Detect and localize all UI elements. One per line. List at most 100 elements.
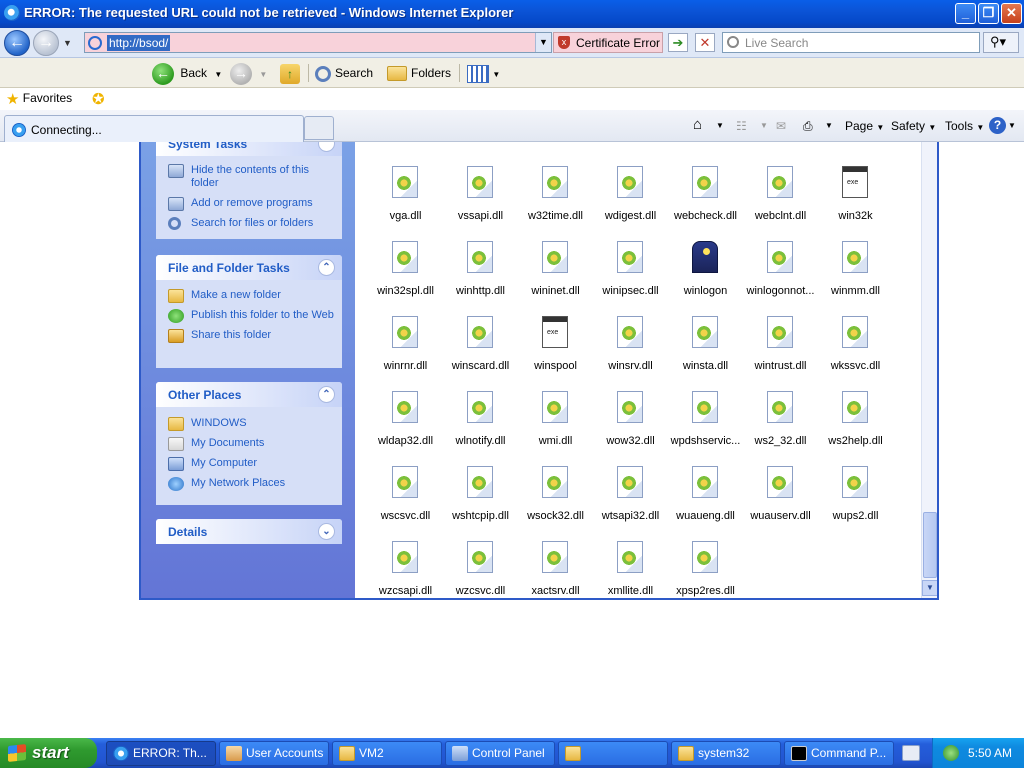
taskbar-button[interactable]: ERROR: Th...: [106, 741, 216, 766]
help-dropdown-icon[interactable]: ▼: [1008, 121, 1016, 130]
file-item[interactable]: ws2help.dll: [818, 391, 893, 463]
search-box[interactable]: Live Search: [722, 32, 980, 53]
collapse-chevron-icon[interactable]: ⌃: [318, 142, 335, 152]
taskbar-button[interactable]: Command P...: [784, 741, 894, 766]
network-tray-icon[interactable]: [943, 745, 959, 761]
place-my-computer[interactable]: My Computer: [156, 457, 342, 471]
taskbar-button[interactable]: system32: [671, 741, 781, 766]
file-item[interactable]: wow32.dll: [593, 391, 668, 463]
expand-chevron-icon[interactable]: ⌄: [318, 523, 335, 540]
file-item[interactable]: winlogon: [668, 241, 743, 313]
file-item[interactable]: wuauserv.dll: [743, 466, 818, 538]
page-menu[interactable]: Page ▼: [845, 119, 884, 133]
file-item[interactable]: win32spl.dll: [368, 241, 443, 313]
file-item[interactable]: wkssvc.dll: [818, 316, 893, 388]
feeds-dropdown-icon[interactable]: ▼: [760, 121, 768, 130]
file-item[interactable]: winmm.dll: [818, 241, 893, 313]
file-item[interactable]: webclnt.dll: [743, 166, 818, 238]
add-favorite-icon[interactable]: ✪: [92, 90, 105, 108]
forward-nav-button[interactable]: →: [33, 30, 59, 56]
home-icon[interactable]: ⌂: [693, 116, 702, 133]
go-button[interactable]: ➔: [668, 33, 688, 52]
file-item[interactable]: winlogonnot...: [743, 241, 818, 313]
collapse-chevron-icon[interactable]: ⌃: [318, 259, 335, 276]
file-item[interactable]: wups2.dll: [818, 466, 893, 538]
print-dropdown-icon[interactable]: ▼: [825, 121, 833, 130]
back-nav-button[interactable]: ←: [4, 30, 30, 56]
read-mail-icon[interactable]: ✉: [776, 119, 786, 133]
file-item[interactable]: wsock32.dll: [518, 466, 593, 538]
keyboard-language-icon[interactable]: [902, 745, 920, 761]
feeds-icon[interactable]: ☷: [736, 119, 747, 133]
start-button[interactable]: start: [0, 738, 97, 768]
file-item[interactable]: winsta.dll: [668, 316, 743, 388]
file-item[interactable]: xactsrv.dll: [518, 541, 593, 598]
file-item[interactable]: wintrust.dll: [743, 316, 818, 388]
file-item[interactable]: winrnr.dll: [368, 316, 443, 388]
file-item[interactable]: wzcsapi.dll: [368, 541, 443, 598]
taskbar-button[interactable]: VM2: [332, 741, 442, 766]
file-item[interactable]: wpdshservic...: [668, 391, 743, 463]
scrollbar-thumb[interactable]: [923, 512, 937, 578]
file-item[interactable]: winscard.dll: [443, 316, 518, 388]
place-windows[interactable]: WINDOWS: [156, 417, 342, 431]
file-item[interactable]: vssapi.dll: [443, 166, 518, 238]
views-button[interactable]: ▼: [467, 62, 500, 84]
taskbar-button[interactable]: User Accounts: [219, 741, 329, 766]
file-item[interactable]: winspool: [518, 316, 593, 388]
maximize-button[interactable]: ❐: [978, 3, 999, 24]
vertical-scrollbar[interactable]: ▼: [921, 142, 937, 598]
collapse-chevron-icon[interactable]: ⌃: [318, 386, 335, 403]
file-item[interactable]: w32time.dll: [518, 166, 593, 238]
file-item[interactable]: win32k: [818, 166, 893, 238]
file-item[interactable]: winsrv.dll: [593, 316, 668, 388]
file-item[interactable]: wzcsvc.dll: [443, 541, 518, 598]
address-input[interactable]: http://bsod/ ▼: [84, 32, 552, 53]
place-my-network[interactable]: My Network Places: [156, 477, 342, 491]
back-dropdown-icon[interactable]: ▼: [214, 70, 222, 79]
task-share-folder[interactable]: Share this folder: [156, 329, 342, 343]
place-my-documents[interactable]: My Documents: [156, 437, 342, 451]
home-dropdown-icon[interactable]: ▼: [716, 121, 724, 130]
task-hide-contents[interactable]: Hide the contents of this folder: [156, 164, 342, 190]
file-folder-tasks-header[interactable]: File and Folder Tasks ⌃: [156, 255, 342, 280]
folders-button[interactable]: Folders: [387, 62, 451, 84]
taskbar-button[interactable]: Control Panel: [445, 741, 555, 766]
search-button[interactable]: Search: [315, 62, 373, 84]
stop-button[interactable]: ✕: [695, 33, 715, 52]
file-item[interactable]: wshtcpip.dll: [443, 466, 518, 538]
address-dropdown-icon[interactable]: ▼: [535, 33, 551, 52]
file-item[interactable]: xpsp2res.dll: [668, 541, 743, 598]
file-item[interactable]: wldap32.dll: [368, 391, 443, 463]
safety-menu[interactable]: Safety ▼: [891, 119, 936, 133]
back-button[interactable]: ← Back ▼: [152, 62, 222, 85]
new-tab-button[interactable]: [304, 116, 334, 140]
up-folder-button[interactable]: ↑: [280, 62, 300, 84]
file-item[interactable]: wininet.dll: [518, 241, 593, 313]
file-item[interactable]: wtsapi32.dll: [593, 466, 668, 538]
search-go-button[interactable]: ⚲▾: [983, 32, 1019, 53]
file-item[interactable]: wuaueng.dll: [668, 466, 743, 538]
task-make-new-folder[interactable]: Make a new folder: [156, 289, 342, 303]
tab-connecting[interactable]: Connecting...: [4, 115, 304, 142]
forward-dropdown-icon[interactable]: ▼: [259, 70, 267, 79]
certificate-error-button[interactable]: x Certificate Error: [553, 32, 663, 53]
favorites-button[interactable]: ★ Favorites: [6, 90, 72, 108]
other-places-header[interactable]: Other Places ⌃: [156, 382, 342, 407]
file-item[interactable]: xmllite.dll: [593, 541, 668, 598]
scroll-down-button[interactable]: ▼: [922, 580, 937, 596]
close-button[interactable]: ✕: [1001, 3, 1022, 24]
file-item[interactable]: wmi.dll: [518, 391, 593, 463]
task-search-files[interactable]: Search for files or folders: [156, 217, 342, 230]
taskbar-button[interactable]: [558, 741, 668, 766]
file-item[interactable]: vga.dll: [368, 166, 443, 238]
history-dropdown-icon[interactable]: ▼: [63, 38, 72, 48]
task-add-remove-programs[interactable]: Add or remove programs: [156, 197, 342, 211]
help-icon[interactable]: ?: [989, 117, 1006, 134]
minimize-button[interactable]: _: [955, 3, 976, 24]
task-publish-folder[interactable]: Publish this folder to the Web: [156, 309, 342, 323]
file-item[interactable]: wscsvc.dll: [368, 466, 443, 538]
system-tasks-header[interactable]: System Tasks ⌃: [156, 142, 342, 156]
views-dropdown-icon[interactable]: ▼: [492, 70, 500, 79]
search-input[interactable]: Live Search: [745, 36, 808, 50]
